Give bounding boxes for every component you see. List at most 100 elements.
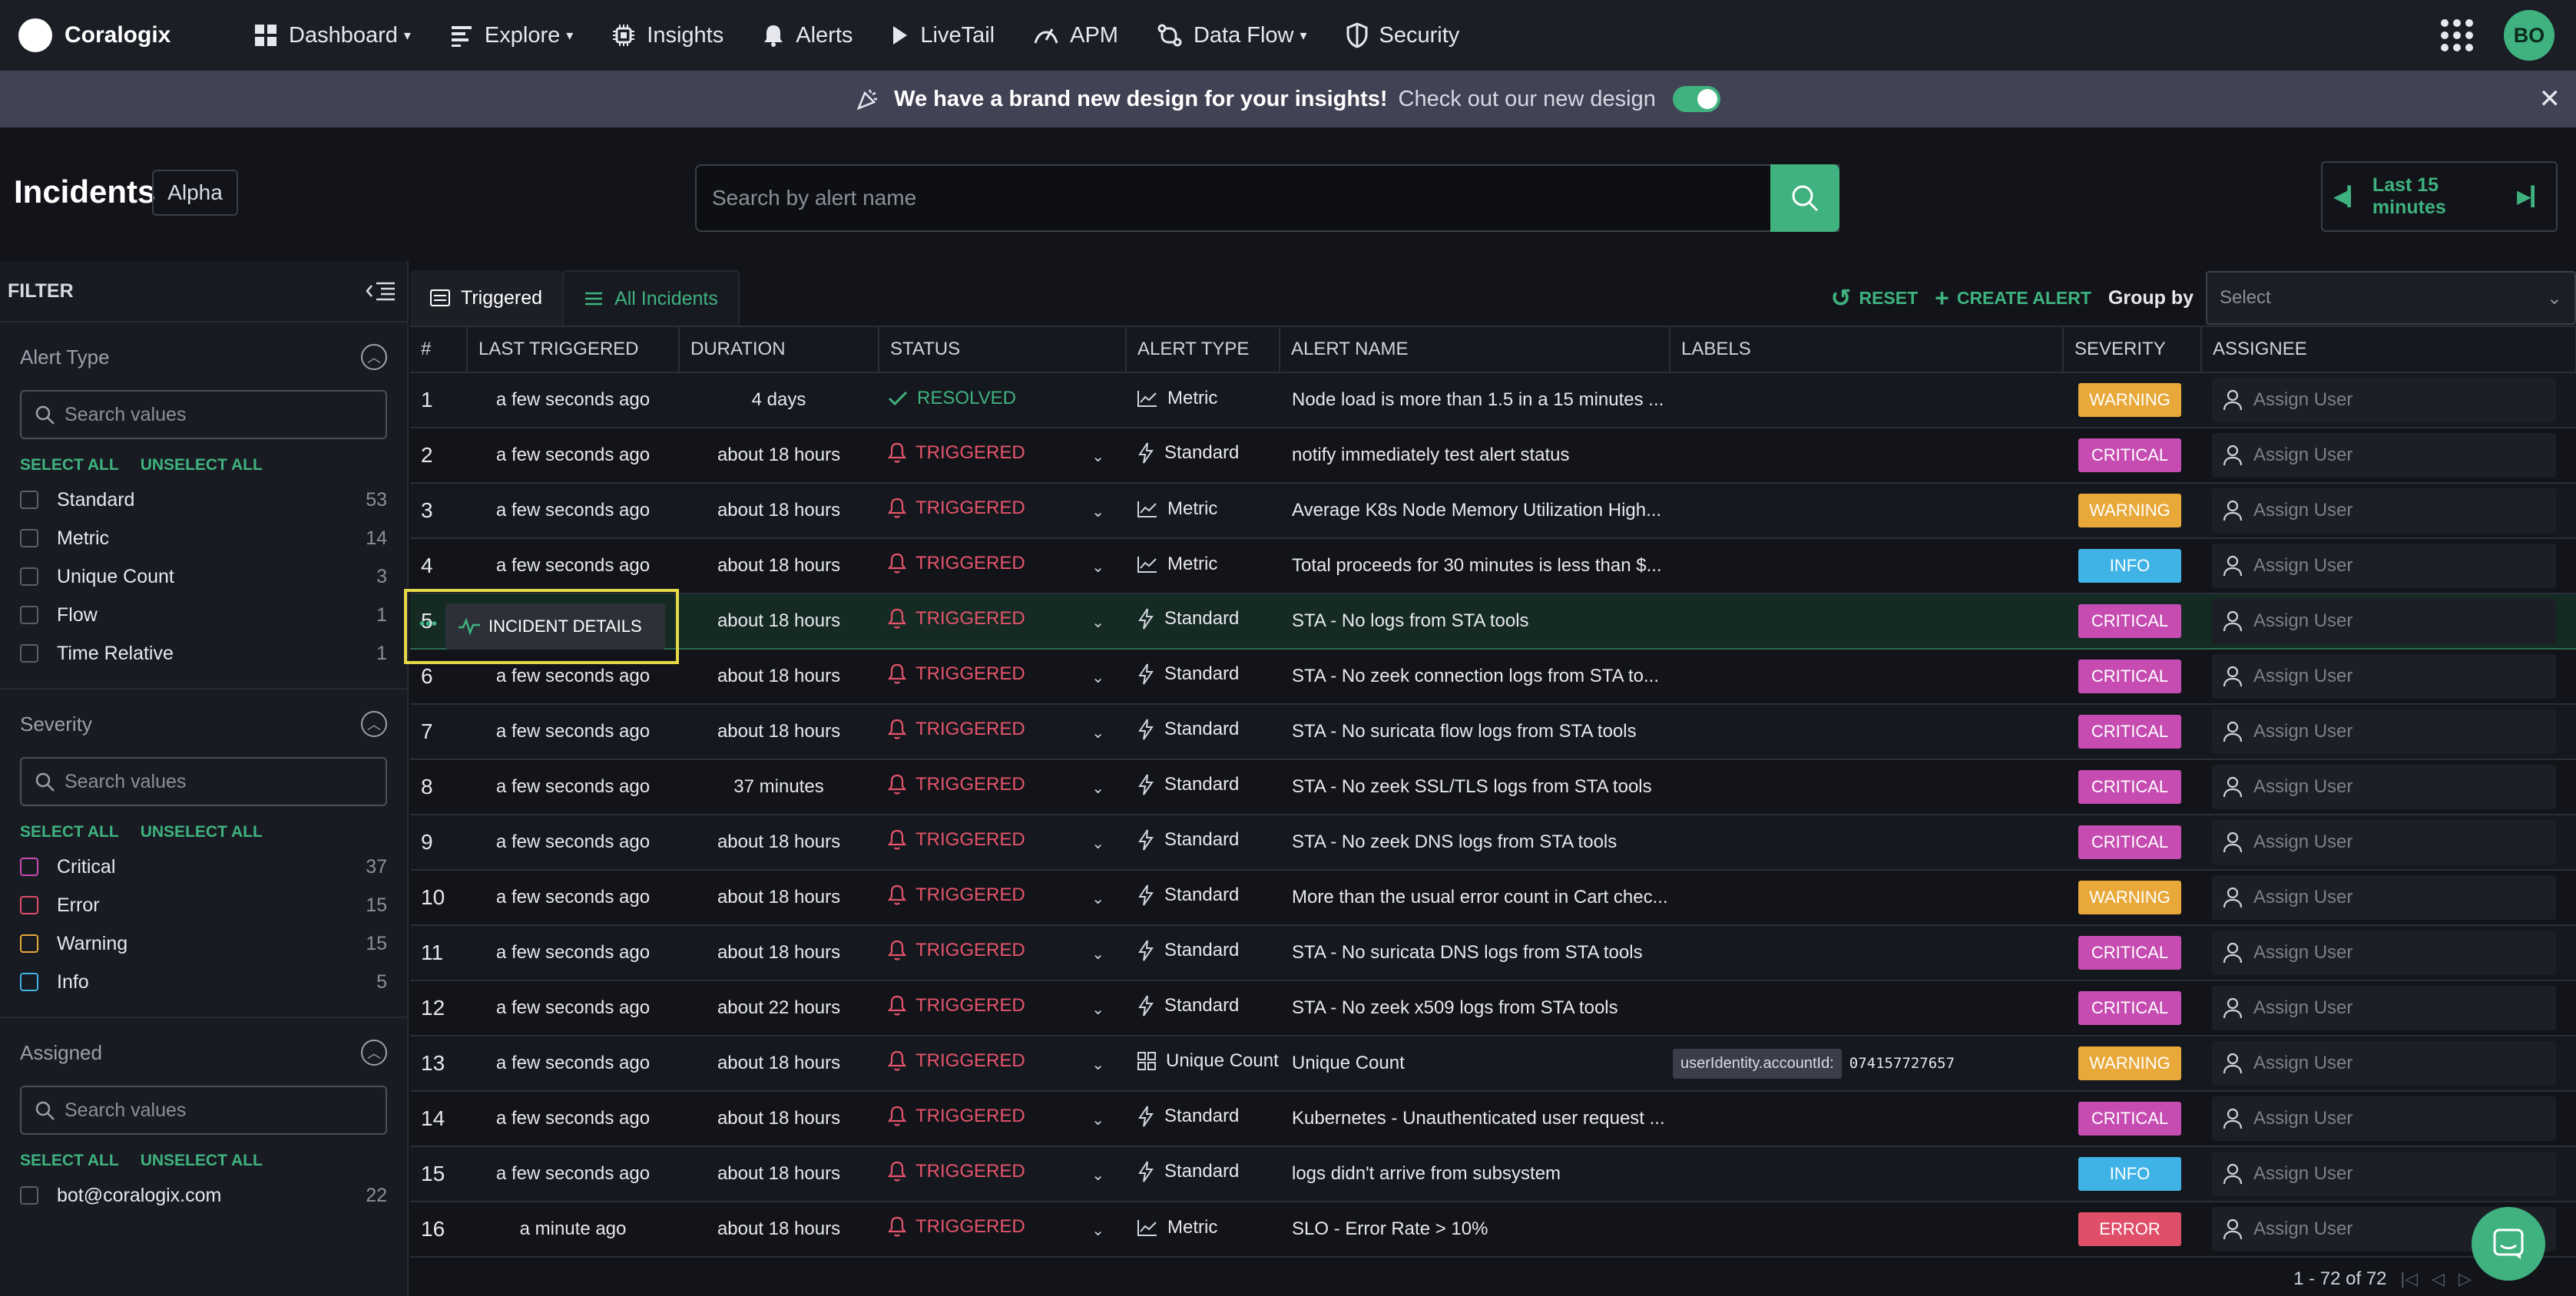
- table-row[interactable]: 3a few seconds ago about 18 hours TRIGGERE…: [410, 483, 2576, 539]
- new-design-toggle[interactable]: [1672, 86, 1720, 112]
- tab-all-incidents[interactable]: All Incidents: [562, 270, 740, 326]
- brand-logo[interactable]: Coralogix: [18, 18, 215, 52]
- alert-name[interactable]: Total proceeds for 30 minutes is less th…: [1280, 538, 1670, 594]
- unselect-all-button[interactable]: UNSELECT ALL: [141, 1152, 263, 1170]
- col-header-alert-type[interactable]: ALERT TYPE: [1126, 326, 1280, 373]
- filter-option[interactable]: Time Relative 1: [20, 634, 387, 673]
- reset-button[interactable]: ↺ RESET: [1831, 283, 1919, 312]
- chevron-down-icon[interactable]: ⌄: [1091, 834, 1104, 853]
- filter-option[interactable]: Warning 15: [20, 924, 387, 963]
- alert-name[interactable]: Kubernetes - Unauthenticated user reques…: [1280, 1091, 1670, 1147]
- table-row[interactable]: 4a few seconds ago about 18 hours TRIGGERE…: [410, 538, 2576, 594]
- nav-dataflow[interactable]: Data Flow ▾: [1157, 23, 1307, 48]
- chevron-down-icon[interactable]: ⌄: [1091, 447, 1104, 466]
- filter-option[interactable]: Metric 14: [20, 519, 387, 557]
- severity-search-input[interactable]: Search values: [20, 757, 387, 806]
- checkbox[interactable]: [20, 973, 38, 991]
- chevron-down-icon[interactable]: ⌄: [1091, 779, 1104, 798]
- table-row[interactable]: 12 a few seconds ago about 22 hours TRIGGER…: [410, 980, 2576, 1036]
- chevron-down-icon[interactable]: ⌄: [1091, 1000, 1104, 1019]
- assign-user-button[interactable]: Assign User: [2212, 488, 2556, 533]
- chevron-up-icon[interactable]: ︿: [361, 711, 387, 737]
- incident-details-button[interactable]: INCIDENT DETAILS: [445, 603, 665, 650]
- alert-name[interactable]: STA - No logs from STA tools: [1280, 593, 1670, 650]
- checkbox[interactable]: [20, 491, 38, 509]
- table-row[interactable]: 7a few seconds ago about 18 hours TRIGGERE…: [410, 704, 2576, 760]
- alert-name[interactable]: STA - No zeek SSL/TLS logs from STA tool…: [1280, 759, 1670, 815]
- chevron-up-icon[interactable]: ︿: [361, 344, 387, 370]
- unselect-all-button[interactable]: UNSELECT ALL: [141, 456, 263, 474]
- table-row[interactable]: 9a few seconds ago about 18 hours TRIGGERE…: [410, 815, 2576, 871]
- assign-user-button[interactable]: Assign User: [2212, 599, 2556, 643]
- alert-name[interactable]: STA - No zeek x509 logs from STA tools: [1280, 980, 1670, 1036]
- alert-name[interactable]: STA - No suricata DNS logs from STA tool…: [1280, 925, 1670, 981]
- table-row[interactable]: 8a few seconds ago 37 minutes TRIGGERED ⌄ St…: [410, 759, 2576, 815]
- col-header-severity[interactable]: SEVERITY: [2063, 326, 2202, 373]
- apps-grid-icon[interactable]: [2441, 19, 2473, 51]
- assign-user-button[interactable]: Assign User: [2212, 765, 2556, 809]
- alert-search-input[interactable]: [695, 164, 1839, 232]
- table-row[interactable]: 15 a few seconds ago about 18 hours TRIGGER…: [410, 1146, 2576, 1202]
- alert-name[interactable]: notify immediately test alert status: [1280, 428, 1670, 484]
- alert-name[interactable]: Node load is more than 1.5 in a 15 minut…: [1280, 372, 1670, 428]
- more-options-icon[interactable]: •••: [419, 616, 438, 633]
- chevron-down-icon[interactable]: ⌄: [1091, 1110, 1104, 1129]
- checkbox[interactable]: [20, 529, 38, 547]
- col-header-status[interactable]: STATUS: [879, 326, 1127, 373]
- chevron-down-icon[interactable]: ⌄: [1091, 944, 1104, 964]
- table-row[interactable]: 6a few seconds ago about 18 hours TRIGGERE…: [410, 649, 2576, 705]
- nav-livetail[interactable]: LiveTail: [891, 23, 995, 48]
- unselect-all-button[interactable]: UNSELECT ALL: [141, 823, 263, 841]
- filter-option[interactable]: bot@coralogix.com 22: [20, 1176, 387, 1215]
- nav-explore[interactable]: Explore ▾: [449, 23, 573, 48]
- checkbox[interactable]: [20, 1186, 38, 1205]
- checkbox[interactable]: [20, 896, 38, 914]
- filter-option[interactable]: Error 15: [20, 886, 387, 924]
- chevron-down-icon[interactable]: ⌄: [1091, 1221, 1104, 1240]
- select-all-button[interactable]: SELECT ALL: [20, 456, 119, 474]
- nav-security[interactable]: Security: [1346, 22, 1459, 48]
- col-header-last-triggered[interactable]: LAST TRIGGERED: [467, 326, 680, 373]
- table-row[interactable]: 11 a few seconds ago about 18 hours TRIGGER…: [410, 925, 2576, 981]
- assign-user-button[interactable]: Assign User: [2212, 654, 2556, 699]
- nav-alerts[interactable]: Alerts: [762, 23, 853, 48]
- col-header-assignee[interactable]: ASSIGNEE: [2201, 326, 2576, 373]
- alert-name[interactable]: STA - No zeek connection logs from STA t…: [1280, 649, 1670, 705]
- alert-name[interactable]: logs didn't arrive from subsystem: [1280, 1146, 1670, 1202]
- create-alert-button[interactable]: + CREATE ALERT: [1935, 284, 2091, 312]
- chevron-up-icon[interactable]: ︿: [361, 1040, 387, 1066]
- alert-name[interactable]: More than the usual error count in Cart …: [1280, 870, 1670, 926]
- col-header-number[interactable]: #: [410, 326, 468, 373]
- table-row[interactable]: 5 about 18 hours TRIGGERED ⌄ Standard STA - N…: [410, 593, 2576, 650]
- prev-page-icon[interactable]: ◁: [2432, 1269, 2445, 1289]
- alert-type-search-input[interactable]: Search values: [20, 390, 387, 439]
- nav-apm[interactable]: APM: [1033, 23, 1118, 48]
- assign-user-button[interactable]: Assign User: [2212, 433, 2556, 478]
- chevron-down-icon[interactable]: ⌄: [1091, 502, 1104, 521]
- alert-name[interactable]: Unique Count: [1280, 1036, 1670, 1092]
- chevron-down-icon[interactable]: ⌄: [1091, 557, 1104, 577]
- table-row[interactable]: 13 a few seconds ago about 18 hours TRIGGER…: [410, 1036, 2576, 1092]
- assign-user-button[interactable]: Assign User: [2212, 1152, 2556, 1196]
- chevron-down-icon[interactable]: ⌄: [1091, 613, 1104, 632]
- chevron-down-icon[interactable]: ⌄: [1091, 889, 1104, 908]
- filter-option[interactable]: Info 5: [20, 963, 387, 1001]
- tab-triggered[interactable]: Triggered: [410, 270, 563, 326]
- search-button[interactable]: [1770, 164, 1839, 232]
- filter-option[interactable]: Critical 37: [20, 848, 387, 886]
- assign-user-button[interactable]: Assign User: [2212, 1041, 2556, 1086]
- table-row[interactable]: 16 a minute ago about 18 hours TRIGGERED ⌄ Me…: [410, 1202, 2576, 1258]
- close-icon[interactable]: ✕: [2539, 86, 2561, 112]
- assigned-search-input[interactable]: Search values: [20, 1086, 387, 1135]
- assign-user-button[interactable]: Assign User: [2212, 931, 2556, 975]
- group-by-select[interactable]: Select ⌄: [2206, 271, 2576, 325]
- avatar[interactable]: BO: [2504, 10, 2554, 61]
- alert-name[interactable]: Average K8s Node Memory Utilization High…: [1280, 483, 1670, 539]
- assign-user-button[interactable]: Assign User: [2212, 709, 2556, 754]
- assign-user-button[interactable]: Assign User: [2212, 820, 2556, 865]
- col-header-duration[interactable]: DURATION: [679, 326, 879, 373]
- time-range-picker[interactable]: ◀▎ Last 15 minutes ▶▎: [2321, 161, 2558, 232]
- chevron-down-icon[interactable]: ⌄: [1091, 1055, 1104, 1074]
- alert-name[interactable]: STA - No suricata flow logs from STA too…: [1280, 704, 1670, 760]
- first-page-icon[interactable]: |◁: [2401, 1269, 2419, 1289]
